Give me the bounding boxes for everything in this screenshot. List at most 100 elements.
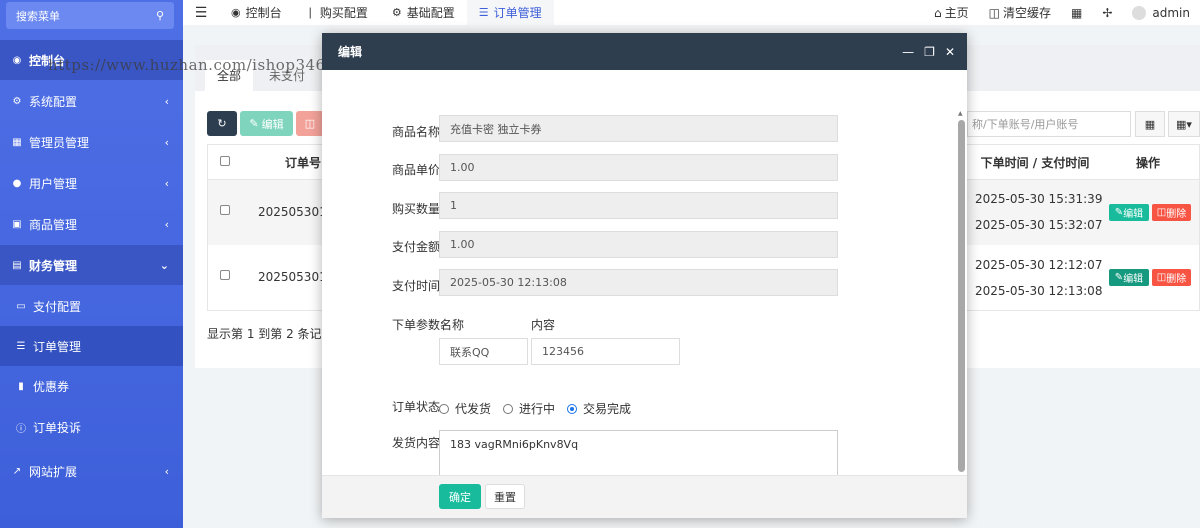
- product-name-field[interactable]: 充值卡密 独立卡券: [439, 115, 838, 142]
- tab-dashboard[interactable]: ◉ 控制台: [219, 0, 294, 25]
- modal-title: 编辑: [338, 45, 363, 59]
- confirm-button[interactable]: 确定: [439, 484, 481, 509]
- row-edit-label: 编辑: [1123, 209, 1144, 220]
- reset-button[interactable]: 重置: [485, 484, 525, 509]
- row-delete-label: 删除: [1166, 274, 1187, 285]
- pay-time: 2025-05-30 15:32:07: [975, 218, 1103, 232]
- user-name: admin: [1152, 5, 1190, 20]
- sidebar-item-label: 商品管理: [29, 217, 78, 232]
- chevron-left-icon: ‹: [164, 135, 169, 149]
- row-edit-button[interactable]: ✎ 编辑: [1109, 204, 1149, 221]
- sidebar-item-payment-config[interactable]: ▭ 支付配置: [0, 286, 183, 326]
- tab-basic-config[interactable]: ⚙ 基础配置: [380, 0, 467, 25]
- tab-orders[interactable]: ☰ 订单管理: [466, 0, 554, 25]
- order-time: 2025-05-30 12:12:07: [975, 258, 1103, 272]
- param-name-header: 名称: [440, 318, 465, 332]
- sidebar-item-coupons[interactable]: ▮ 优惠券: [0, 366, 183, 406]
- clear-cache-label: 清空缓存: [1002, 6, 1051, 20]
- delete-button[interactable]: ◫: [296, 111, 324, 136]
- grid-dropdown-button[interactable]: ▦▾: [1168, 111, 1200, 137]
- trash-icon: ◫: [1156, 272, 1167, 283]
- sidebar-item-products[interactable]: ▣ 商品管理 ‹: [0, 204, 183, 244]
- info-icon: ⓘ: [16, 423, 26, 435]
- pencil-icon: ✎: [1114, 272, 1124, 283]
- radio-circle-checked: [567, 403, 578, 414]
- modal-header: 编辑 — ❐ ✕: [322, 33, 967, 70]
- avatar: [1132, 5, 1147, 20]
- sidebar-item-finance[interactable]: ▤ 财务管理 ⌄: [0, 245, 183, 285]
- status-option-completed[interactable]: 交易完成: [567, 400, 631, 417]
- modal-scrollbar[interactable]: ▲ ▼: [958, 110, 965, 472]
- chevron-left-icon: ‹: [164, 217, 169, 231]
- scroll-up-icon[interactable]: ▲: [958, 110, 963, 117]
- tab-purchase-config[interactable]: ❘ 购买配置: [294, 0, 380, 25]
- unit-price-field[interactable]: 1.00: [439, 154, 838, 181]
- gear-icon: ⚙: [391, 6, 402, 19]
- status-label: 订单状态:: [391, 400, 444, 414]
- row-delete-button[interactable]: ◫ 删除: [1152, 204, 1191, 221]
- delivery-label: 发货内容:: [391, 436, 444, 450]
- pay-amount-field[interactable]: 1.00: [439, 231, 838, 258]
- maximize-icon[interactable]: ❐: [924, 45, 935, 59]
- table-icon: ▦: [1144, 117, 1156, 131]
- radio-circle: [503, 403, 514, 414]
- pencil-icon: ✎: [249, 117, 259, 130]
- sidebar-item-orders[interactable]: ☰ 订单管理: [0, 326, 183, 366]
- status-radio-group: 代发货 进行中 交易完成: [439, 400, 643, 417]
- clear-cache-link[interactable]: ◫ 清空缓存: [979, 4, 1061, 21]
- sidebar-item-label: 管理员管理: [29, 135, 90, 150]
- search-input[interactable]: 称/下单账号/用户账号: [967, 111, 1131, 137]
- select-all-checkbox[interactable]: [220, 156, 230, 166]
- status-option-processing[interactable]: 进行中: [503, 400, 555, 417]
- sidebar-item-complaints[interactable]: ⓘ 订单投诉: [0, 407, 183, 447]
- list-icon: ☰: [16, 340, 26, 352]
- trash-icon: ◫: [988, 5, 1000, 20]
- row-delete-button[interactable]: ◫ 删除: [1152, 269, 1191, 286]
- status-option-pending[interactable]: 代发货: [439, 400, 491, 417]
- pay-time-label: 支付时间:: [391, 279, 444, 293]
- row-checkbox[interactable]: [220, 270, 230, 280]
- book-icon: ▤: [12, 259, 22, 271]
- tab-label: 购买配置: [319, 6, 368, 20]
- chevron-left-icon: ‹: [164, 94, 169, 108]
- menu-search[interactable]: 搜索菜单 ⚲: [6, 2, 174, 29]
- product-name-label: 商品名称:: [391, 125, 444, 139]
- row-delete-label: 删除: [1166, 209, 1187, 220]
- quantity-label: 购买数量:: [391, 202, 444, 216]
- home-link[interactable]: ⌂ 主页: [924, 4, 979, 21]
- columns-toggle-button[interactable]: ▦: [1135, 111, 1165, 137]
- row-checkbox[interactable]: [220, 205, 230, 215]
- fullscreen-icon[interactable]: ✢: [1092, 6, 1122, 20]
- home-label: 主页: [944, 6, 969, 20]
- params-label: 下单参数:: [391, 318, 444, 332]
- trash-icon: ◫: [1156, 207, 1167, 218]
- minimize-icon[interactable]: —: [902, 45, 914, 59]
- sidebar-item-system[interactable]: ⚙ 系统配置 ‹: [0, 81, 183, 121]
- delivery-content-textarea[interactable]: 183 vagRMni6pKnv8Vq: [439, 430, 838, 475]
- sidebar-item-label: 系统配置: [29, 94, 78, 109]
- edit-button[interactable]: ✎ 编辑: [240, 111, 293, 136]
- param-name-input[interactable]: 联系QQ: [439, 338, 528, 365]
- tab-label: 基础配置: [406, 6, 455, 20]
- chevron-down-icon: ⌄: [159, 258, 169, 272]
- sidebar-item-label: 网站扩展: [29, 464, 78, 479]
- sidebar-item-label: 订单投诉: [33, 420, 82, 435]
- translate-icon[interactable]: ▦: [1061, 6, 1092, 20]
- close-icon[interactable]: ✕: [945, 45, 955, 59]
- sidebar-item-users[interactable]: ● 用户管理 ‹: [0, 163, 183, 203]
- topbar: ☰ ◉ 控制台 ❘ 购买配置 ⚙ 基础配置 ☰ 订单管理 ⌂ 主页 ◫ 清空缓存…: [183, 0, 1200, 25]
- sidebar-item-admins[interactable]: ▦ 管理员管理 ‹: [0, 122, 183, 162]
- quantity-field[interactable]: 1: [439, 192, 838, 219]
- scroll-thumb[interactable]: [958, 120, 965, 472]
- row-edit-button[interactable]: ✎ 编辑: [1109, 269, 1149, 286]
- list-icon: ☰: [478, 6, 489, 19]
- sidebar-item-extensions[interactable]: ↗ 网站扩展 ‹: [0, 451, 183, 491]
- dashboard-icon: ◉: [231, 6, 241, 19]
- menu-search-label: 搜索菜单: [16, 9, 60, 23]
- pay-time-field[interactable]: 2025-05-30 12:13:08: [439, 269, 838, 296]
- sidebar-item-label: 支付配置: [33, 299, 82, 314]
- param-value-input[interactable]: 123456: [531, 338, 680, 365]
- hamburger-icon[interactable]: ☰: [183, 5, 219, 21]
- user-menu[interactable]: admin: [1122, 5, 1200, 20]
- refresh-button[interactable]: ↻: [207, 111, 237, 136]
